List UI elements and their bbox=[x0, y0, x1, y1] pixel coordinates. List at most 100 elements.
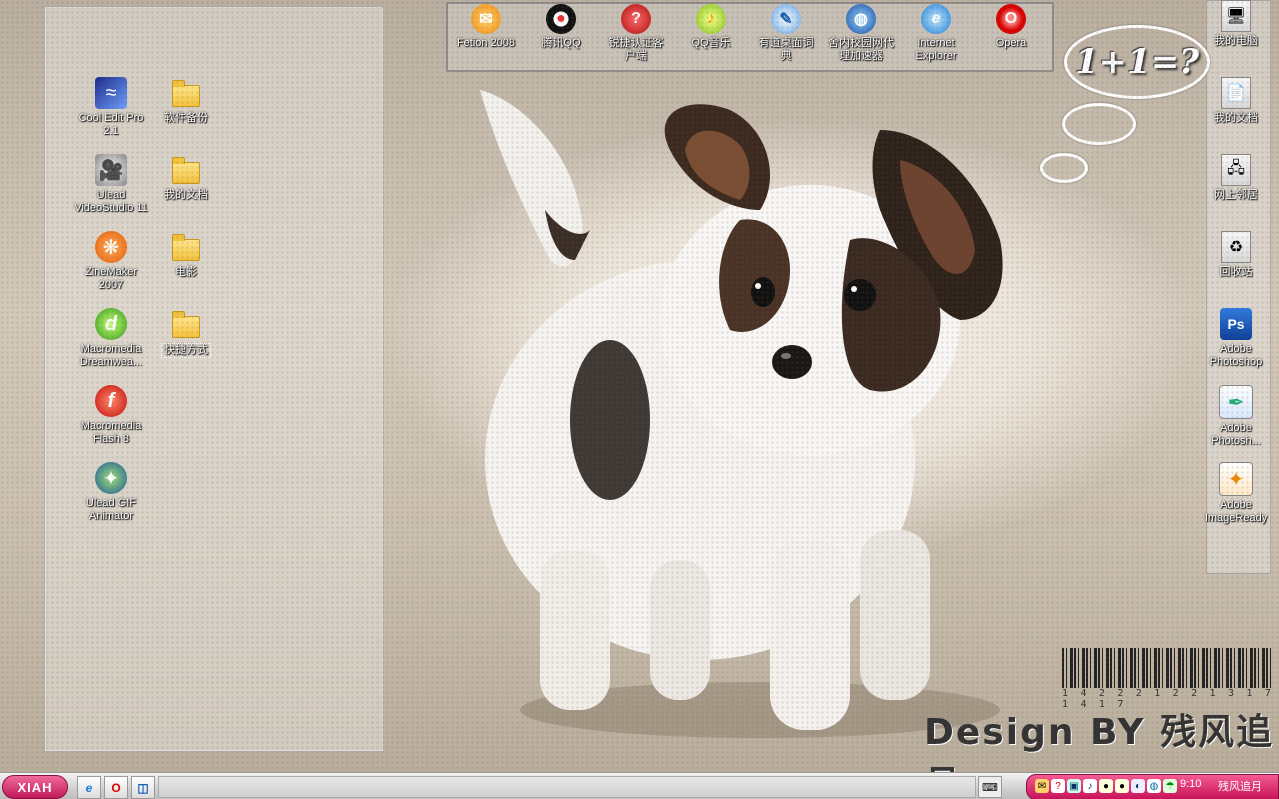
desktop-icon-my-documents-folder[interactable]: 我的文档 bbox=[149, 154, 223, 202]
desktop-icon-label: 我的文档 bbox=[1214, 112, 1258, 124]
puppy-wallpaper bbox=[480, 90, 1003, 738]
desktop-icon-dreamweaver[interactable]: d Macromedia Dreamwea... bbox=[74, 308, 148, 369]
video-studio-icon: 🎥 bbox=[95, 154, 127, 186]
thought-bubble-small bbox=[1062, 103, 1136, 145]
keyboard-language-icon[interactable]: ⌨ bbox=[978, 776, 1002, 798]
qq-penguin-icon: ● bbox=[546, 4, 576, 34]
youdao-dict-icon: ✎ bbox=[771, 4, 801, 34]
ruijie-icon: ? bbox=[621, 4, 651, 34]
quicklaunch-show-desktop-icon[interactable]: ◫ bbox=[131, 776, 155, 799]
dock-item-label: 有道桌面词典 bbox=[758, 37, 814, 62]
bubble-text: 1+1=? bbox=[1074, 42, 1200, 82]
desktop-icon-label: Macromedia Flash 8 bbox=[80, 420, 142, 445]
dock-item-opera[interactable]: O Opera bbox=[975, 4, 1047, 50]
desktop-icon-label: 电影 bbox=[175, 266, 197, 278]
dock-item-label: Internet Explorer bbox=[915, 37, 957, 62]
dock-item-youdao[interactable]: ✎ 有道桌面词典 bbox=[750, 4, 822, 63]
desktop-icon-my-computer[interactable]: 🖥 我的电脑 bbox=[1199, 0, 1273, 48]
dock-item-ruijie[interactable]: ? 锐捷认证客户端 bbox=[600, 4, 672, 63]
tray-clock[interactable]: 9:10 bbox=[1180, 778, 1201, 790]
dock-item-qq[interactable]: ● 腾讯QQ bbox=[525, 4, 597, 50]
dock-item-label: Fetion 2008 bbox=[456, 37, 516, 49]
imageready-icon: ✦ bbox=[1219, 462, 1253, 496]
dock-item-label: Opera bbox=[995, 37, 1027, 49]
barcode-graphic bbox=[1062, 648, 1272, 688]
desktop-icon-videostudio[interactable]: 🎥 Ulead VideoStudio 11 bbox=[74, 154, 148, 215]
desktop-icon-label: 网上邻居 bbox=[1214, 189, 1258, 201]
quicklaunch-ie-icon[interactable]: e bbox=[77, 776, 101, 799]
thought-bubble-tiny bbox=[1040, 153, 1088, 183]
desktop-icon-recycle-bin[interactable]: ♻ 回收站 bbox=[1199, 231, 1273, 279]
tray-qq2-icon[interactable]: ● bbox=[1115, 779, 1129, 793]
desktop-icon-imageready[interactable]: ✦ Adobe ImageReady bbox=[1199, 462, 1273, 525]
desktop-icon-movies-folder[interactable]: 电影 bbox=[149, 231, 223, 279]
desktop-icon-network-places[interactable]: 🖧 网上邻居 bbox=[1199, 154, 1273, 202]
desktop-icon-shortcuts-folder[interactable]: 快捷方式 bbox=[149, 308, 223, 358]
desktop-icon-label: 软件备份 bbox=[164, 112, 208, 124]
quicklaunch-opera-icon[interactable]: O bbox=[104, 776, 128, 799]
desktop-icon-label: Adobe ImageReady bbox=[1204, 499, 1268, 524]
tray-ruijie-icon[interactable]: ? bbox=[1051, 779, 1065, 793]
start-button-label: XIAH bbox=[17, 779, 53, 795]
desktop-icon-cool-edit[interactable]: ≈ Cool Edit Pro 2.1 bbox=[74, 77, 148, 138]
thought-bubble: 1+1=? bbox=[1064, 25, 1210, 99]
folder-icon bbox=[170, 308, 202, 340]
dock-item-label: 腾讯QQ bbox=[541, 37, 581, 49]
desktop-icon-label: 回收站 bbox=[1219, 266, 1253, 278]
tray-speaker-icon[interactable]: ♪ bbox=[1083, 779, 1097, 793]
dock-item-campus-proxy[interactable]: ◍ 舍内校园网代理加速器 bbox=[825, 4, 897, 63]
desktop-icon-label: ZineMaker 2007 bbox=[85, 266, 137, 291]
folder-icon bbox=[170, 154, 202, 186]
dock-item-label: QQ音乐 bbox=[691, 37, 731, 49]
dock-item-fetion[interactable]: ✉ Fetion 2008 bbox=[450, 4, 522, 50]
folder-icon bbox=[170, 77, 202, 109]
desktop-icon-label: 快捷方式 bbox=[161, 343, 211, 358]
desktop-icon-label: Adobe Photoshop bbox=[1209, 343, 1263, 368]
desktop: ✉ Fetion 2008 ● 腾讯QQ ? 锐捷认证客户端 ♪ QQ音乐 ✎ … bbox=[0, 0, 1279, 772]
folder-icon bbox=[170, 231, 202, 263]
taskbar-window-area[interactable] bbox=[158, 776, 976, 798]
my-computer-icon: 🖥 bbox=[1220, 0, 1252, 32]
desktop-icon-label: Ulead VideoStudio 11 bbox=[74, 189, 148, 214]
desktop-icon-photoshop[interactable]: Ps Adobe Photoshop bbox=[1199, 308, 1273, 369]
internet-explorer-icon: e bbox=[921, 4, 951, 34]
dreamweaver-icon: d bbox=[95, 308, 127, 340]
top-app-dock: ✉ Fetion 2008 ● 腾讯QQ ? 锐捷认证客户端 ♪ QQ音乐 ✎ … bbox=[446, 2, 1054, 72]
tray-user-name: 残风追月 bbox=[1218, 781, 1262, 793]
desktop-icon-gif-animator[interactable]: ✦ Ulead GIF Animator bbox=[74, 462, 148, 523]
desktop-icon-flash[interactable]: f Macromedia Flash 8 bbox=[74, 385, 148, 446]
start-button[interactable]: XIAH bbox=[2, 775, 68, 799]
desktop-icon-photoshop-alt[interactable]: ✒ Adobe Photosh... bbox=[1199, 385, 1273, 448]
tray-qq-icon[interactable]: ● bbox=[1099, 779, 1113, 793]
dock-item-label: 舍内校园网代理加速器 bbox=[828, 37, 894, 62]
cool-edit-icon: ≈ bbox=[95, 77, 127, 109]
design-signature: Design BY 残风追月 bbox=[924, 712, 1275, 772]
desktop-icon-label: Macromedia Dreamwea... bbox=[79, 343, 143, 368]
photoshop-alt-icon: ✒ bbox=[1219, 385, 1253, 419]
desktop-icon-my-documents[interactable]: 📄 我的文档 bbox=[1199, 77, 1273, 125]
desktop-icon-label: Ulead GIF Animator bbox=[85, 497, 137, 522]
tray-fetion-icon[interactable]: ✉ bbox=[1035, 779, 1049, 793]
desktop-icon-zinemaker[interactable]: ❋ ZineMaker 2007 bbox=[74, 231, 148, 292]
tray-network-icon[interactable]: ▣ bbox=[1067, 779, 1081, 793]
fetion-icon: ✉ bbox=[471, 4, 501, 34]
recycle-bin-icon: ♻ bbox=[1220, 231, 1252, 263]
my-documents-icon: 📄 bbox=[1220, 77, 1252, 109]
tray-umbrella-icon[interactable]: ☂ bbox=[1163, 779, 1177, 793]
dock-item-qq-music[interactable]: ♪ QQ音乐 bbox=[675, 4, 747, 50]
desktop-icon-label: 我的文档 bbox=[164, 189, 208, 201]
flash-icon: f bbox=[95, 385, 127, 417]
gif-animator-icon: ✦ bbox=[95, 462, 127, 494]
qq-music-icon: ♪ bbox=[696, 4, 726, 34]
taskbar: XIAH e O ◫ ⌨ ✉ ? ▣ ♪ ● ● ◐ ◍ ☂ 9:10 残风追月 bbox=[0, 772, 1279, 799]
desktop-icon-label: Cool Edit Pro 2.1 bbox=[78, 112, 144, 137]
opera-icon: O bbox=[996, 4, 1026, 34]
dock-item-ie[interactable]: e Internet Explorer bbox=[900, 4, 972, 63]
network-globe-icon: ◍ bbox=[846, 4, 876, 34]
desktop-icon-label: Adobe Photosh... bbox=[1211, 422, 1261, 447]
network-places-icon: 🖧 bbox=[1220, 154, 1252, 186]
desktop-icon-software-backup[interactable]: 软件备份 bbox=[149, 77, 223, 125]
tray-security-icon[interactable]: ◐ bbox=[1131, 779, 1145, 793]
tray-globe-icon[interactable]: ◍ bbox=[1147, 779, 1161, 793]
desktop-icon-label: 我的电脑 bbox=[1214, 35, 1258, 47]
